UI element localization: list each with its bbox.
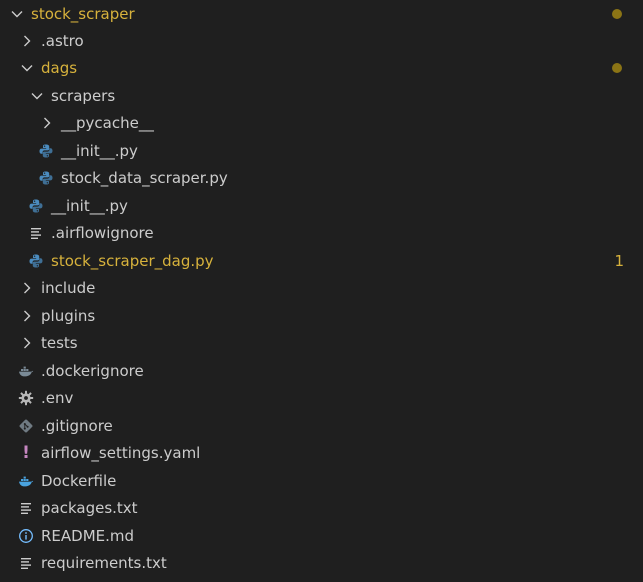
tree-item-label: stock_scraper xyxy=(31,4,135,23)
git-icon xyxy=(18,418,34,434)
tree-item-label: __init__.py xyxy=(61,141,138,160)
tree-item-packages-txt[interactable]: packages.txt xyxy=(0,494,643,521)
python-icon xyxy=(38,143,54,159)
modified-dot xyxy=(612,9,622,19)
tree-item-tests[interactable]: tests xyxy=(0,329,643,356)
tree-item-dags[interactable]: dags xyxy=(0,54,643,81)
tree-item-astro[interactable]: .astro xyxy=(0,27,643,54)
modified-dot xyxy=(612,63,622,73)
chevron-right-icon xyxy=(20,309,34,323)
tree-item-label: .astro xyxy=(41,31,84,50)
tree-item-requirements-txt[interactable]: requirements.txt xyxy=(0,549,643,576)
docker-icon xyxy=(18,473,34,489)
tree-item-dockerfile[interactable]: Dockerfile xyxy=(0,467,643,494)
tree-item-label: .env xyxy=(41,388,74,407)
lines-icon xyxy=(28,225,44,241)
tree-item-stock-scraper-dag-py[interactable]: stock_scraper_dag.py 1 xyxy=(0,247,643,274)
python-icon xyxy=(28,253,44,269)
tree-item-label: stock_scraper_dag.py xyxy=(51,251,214,270)
tree-item-airflow-settings-yaml[interactable]: ! airflow_settings.yaml xyxy=(0,439,643,466)
problem-count-badge: 1 xyxy=(614,252,624,270)
tree-item-label: dags xyxy=(41,58,78,77)
yaml-icon: ! xyxy=(22,442,30,463)
tree-item-gitignore[interactable]: .gitignore xyxy=(0,412,643,439)
chevron-down-icon xyxy=(30,89,44,103)
tree-item-label: packages.txt xyxy=(41,498,138,517)
tree-item-stock-scraper[interactable]: stock_scraper xyxy=(0,0,643,27)
gear-icon xyxy=(18,390,34,406)
tree-item-label: .airflowignore xyxy=(51,223,154,242)
tree-item-label: __init__.py xyxy=(51,196,128,215)
tree-item-label: requirements.txt xyxy=(41,553,167,572)
lines-icon xyxy=(18,555,34,571)
tree-item-dags-init-py[interactable]: __init__.py xyxy=(0,192,643,219)
tree-item-label: .dockerignore xyxy=(41,361,144,380)
tree-item-label: stock_data_scraper.py xyxy=(61,168,228,187)
tree-item-airflowignore[interactable]: .airflowignore xyxy=(0,219,643,246)
tree-item-include[interactable]: include xyxy=(0,274,643,301)
tree-item-label: include xyxy=(41,278,96,297)
tree-item-label: scrapers xyxy=(51,86,116,105)
tree-item-label: airflow_settings.yaml xyxy=(41,443,201,462)
chevron-right-icon xyxy=(20,336,34,350)
file-explorer-tree: stock_scraper .astro dags scrapers __pyc… xyxy=(0,0,643,582)
tree-item-label: README.md xyxy=(41,526,135,545)
tree-item-stock-data-scraper-py[interactable]: stock_data_scraper.py xyxy=(0,164,643,191)
tree-item-readme-md[interactable]: README.md xyxy=(0,522,643,549)
python-icon xyxy=(38,170,54,186)
lines-icon xyxy=(18,500,34,516)
tree-item-label: tests xyxy=(41,333,78,352)
tree-item-scrapers-init-py[interactable]: __init__.py xyxy=(0,137,643,164)
docker-icon xyxy=(18,363,34,379)
tree-item-env[interactable]: .env xyxy=(0,384,643,411)
tree-item-scrapers[interactable]: scrapers xyxy=(0,82,643,109)
tree-item-pycache[interactable]: __pycache__ xyxy=(0,109,643,136)
python-icon xyxy=(28,198,44,214)
tree-item-label: __pycache__ xyxy=(61,113,154,132)
chevron-right-icon xyxy=(40,116,54,130)
tree-item-label: .gitignore xyxy=(41,416,113,435)
chevron-down-icon xyxy=(20,61,34,75)
chevron-right-icon xyxy=(20,281,34,295)
chevron-right-icon xyxy=(20,34,34,48)
tree-item-plugins[interactable]: plugins xyxy=(0,302,643,329)
tree-item-dockerignore[interactable]: .dockerignore xyxy=(0,357,643,384)
chevron-down-icon xyxy=(10,7,24,21)
tree-item-label: Dockerfile xyxy=(41,471,117,490)
info-icon xyxy=(18,528,34,544)
tree-item-label: plugins xyxy=(41,306,96,325)
